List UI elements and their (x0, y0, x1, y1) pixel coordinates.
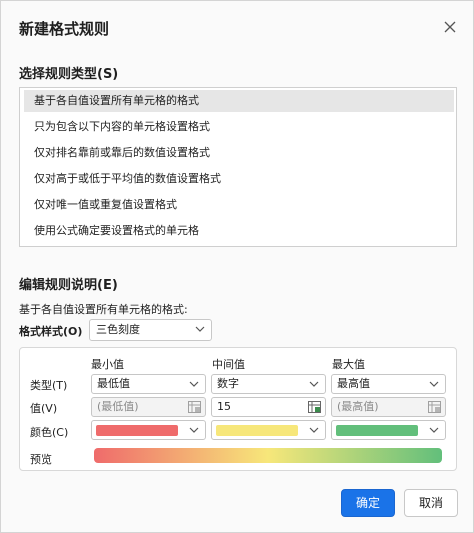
max-type-value: 最高值 (337, 377, 370, 390)
format-style-label: 格式样式(O) (19, 325, 83, 338)
format-style-value: 三色刻度 (96, 323, 140, 336)
new-format-rule-dialog: 新建格式规则 选择规则类型(S) 基于各自值设置所有单元格的格式 只为包含以下内… (0, 0, 474, 533)
cell-reference-icon (188, 401, 201, 413)
max-color-picker[interactable] (331, 420, 446, 440)
value-row-label: 值(V) (30, 402, 58, 415)
min-color-picker[interactable] (91, 420, 206, 440)
close-icon (444, 21, 456, 33)
format-style-select[interactable]: 三色刻度 (89, 319, 212, 341)
chevron-down-icon (309, 427, 319, 433)
cancel-button[interactable]: 取消 (404, 489, 458, 517)
chevron-down-icon (189, 427, 199, 433)
rule-type-item[interactable]: 仅对高于或低于平均值的数值设置格式 (24, 168, 454, 190)
dialog-title: 新建格式规则 (19, 20, 110, 38)
edit-rule-heading: 编辑规则说明(E) (19, 278, 118, 293)
rule-type-list[interactable]: 基于各自值设置所有单元格的格式 只为包含以下内容的单元格设置格式 仅对排名靠前或… (19, 87, 457, 247)
rule-type-item[interactable]: 只为包含以下内容的单元格设置格式 (24, 116, 454, 138)
ok-button[interactable]: 确定 (341, 489, 395, 517)
preview-row-label: 预览 (30, 453, 52, 466)
max-value-placeholder: (最高值) (337, 400, 379, 413)
chevron-down-icon (195, 326, 205, 332)
min-column-header: 最小值 (91, 358, 124, 371)
min-type-select[interactable]: 最低值 (91, 374, 206, 394)
mid-type-value: 数字 (217, 377, 239, 390)
mid-value-input[interactable]: 15 (211, 397, 326, 417)
chevron-down-icon (309, 381, 319, 387)
chevron-down-icon (429, 381, 439, 387)
rule-type-item[interactable]: 仅对排名靠前或靠后的数值设置格式 (24, 142, 454, 164)
cell-reference-icon (428, 401, 441, 413)
mid-color-swatch (216, 425, 298, 436)
min-type-value: 最低值 (97, 377, 130, 390)
type-row-label: 类型(T) (30, 379, 68, 392)
mid-type-select[interactable]: 数字 (211, 374, 326, 394)
min-color-swatch (96, 425, 178, 436)
color-row-label: 颜色(C) (30, 426, 69, 439)
rule-type-item[interactable]: 仅对唯一值或重复值设置格式 (24, 194, 454, 216)
max-column-header: 最大值 (332, 358, 365, 371)
min-value-placeholder: (最低值) (97, 400, 139, 413)
mid-column-header: 中间值 (212, 358, 245, 371)
rule-type-item[interactable]: 基于各自值设置所有单元格的格式 (24, 90, 454, 112)
cell-reference-icon[interactable] (308, 401, 321, 413)
chevron-down-icon (429, 427, 439, 433)
min-value-input: (最低值) (91, 397, 206, 417)
close-button[interactable] (441, 18, 459, 36)
mid-value-text: 15 (217, 400, 231, 413)
max-color-swatch (336, 425, 418, 436)
rule-type-item[interactable]: 使用公式确定要设置格式的单元格 (24, 220, 454, 242)
color-scale-preview (94, 448, 442, 463)
rule-description: 基于各自值设置所有单元格的格式: (19, 303, 188, 316)
select-rule-type-heading: 选择规则类型(S) (19, 67, 119, 82)
max-type-select[interactable]: 最高值 (331, 374, 446, 394)
max-value-input: (最高值) (331, 397, 446, 417)
chevron-down-icon (189, 381, 199, 387)
mid-color-picker[interactable] (211, 420, 326, 440)
